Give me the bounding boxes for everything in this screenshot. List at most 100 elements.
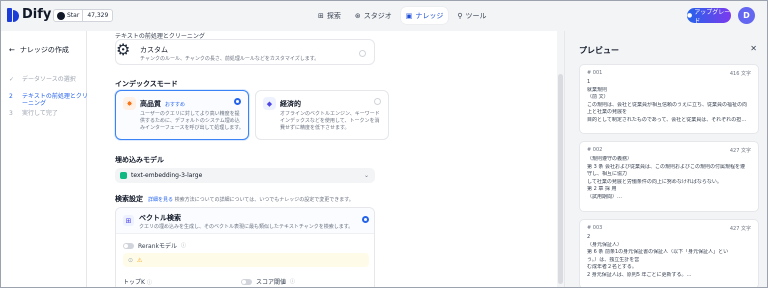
learn-more-link[interactable]: 詳細を見る <box>148 197 173 203</box>
nav-tools[interactable]: ⚲ ツール <box>452 7 491 24</box>
chunk-line: （試用期間）… <box>587 193 623 200</box>
custom-title: カスタム <box>140 46 168 54</box>
upgrade-icon: ● <box>687 12 693 19</box>
chunk-line: 1 <box>587 79 591 85</box>
chunk-chars: 416 文字 <box>729 71 751 77</box>
chunk-line: 上と社業の発展を <box>587 109 628 115</box>
info-icon: ⓘ <box>290 279 296 285</box>
rerank-toggle[interactable] <box>123 242 134 249</box>
chunk-line: む成年者２名とする。 <box>587 264 637 270</box>
piggy-bank-icon: ◆ <box>263 97 276 110</box>
chunk-line: 就業規則 <box>587 86 608 93</box>
economical-radio[interactable] <box>374 98 381 105</box>
step-datasource: ✓ データソースの選択 <box>9 76 92 83</box>
back-label: ナレッジの作成 <box>19 46 69 54</box>
embedding-model-select[interactable]: text-embedding-3-large ⌄ <box>115 168 375 183</box>
custom-radio[interactable] <box>359 50 366 57</box>
nav-tools-label: ツール <box>465 11 487 20</box>
model-placeholder-icon: ⊙ <box>128 256 134 264</box>
rerank-label: Rerankモデル <box>138 243 178 250</box>
chunk-line: 守し、相互に協力 <box>587 171 628 177</box>
search-settings-title: 検索設定 <box>115 195 143 203</box>
step-preprocess: 2 テキストの前処理とクリーニング <box>9 93 92 107</box>
scrollbar-thumb[interactable] <box>558 74 563 284</box>
back-button[interactable]: ← ナレッジの作成 <box>9 45 69 55</box>
main-nav: ⊞ 探索 ⊛ スタジオ ▣ ナレッジ ⚲ ツール <box>313 7 492 24</box>
vector-icon: ⊞ <box>123 215 134 226</box>
avatar[interactable]: D <box>738 7 755 24</box>
chunk-body: 1 就業規則 （前 文） この規則は、会社と従業員が相互信頼のうえに立ち、従業員… <box>587 79 751 124</box>
chunk-line: （身元保証人） <box>587 241 623 248</box>
close-icon[interactable]: ✕ <box>750 44 757 53</box>
step-sidebar: ← ナレッジの作成 ✓ データソースの選択 2 テキストの前処理とクリーニング … <box>1 31 88 287</box>
nav-explore-label: 探索 <box>326 11 341 20</box>
chunk-id: # 003 <box>587 225 603 231</box>
nav-knowledge[interactable]: ▣ ナレッジ <box>400 7 449 24</box>
chunk-line: 目的として制定されたものであって、会社と従業員は、それぞれの担当す… <box>587 116 751 123</box>
economical-title: 経済的 <box>280 100 301 108</box>
vector-search-option[interactable]: ⊞ ベクトル検索 クエリの埋め込みを生成し、そのベクトル表現に最も類似したテキス… <box>115 207 375 287</box>
upgrade-button[interactable]: ● アップグレード <box>687 8 731 25</box>
studio-icon: ⊛ <box>354 11 361 20</box>
nav-knowledge-label: ナレッジ <box>415 11 444 20</box>
score-threshold-label: スコア閾値 <box>256 279 287 286</box>
app-name[interactable]: Dify <box>22 7 51 22</box>
chunk-line: 2 <box>587 234 591 240</box>
arrow-left-icon: ← <box>9 46 15 54</box>
chunk-id: # 001 <box>587 70 603 76</box>
topk-control[interactable]: トップK ⓘ <box>123 277 152 286</box>
rerank-row: Rerankモデル ⓘ <box>123 241 186 250</box>
step-execute: 3 実行して完了 <box>9 110 92 117</box>
step-number: 3 <box>9 110 13 117</box>
info-icon: ⓘ <box>146 280 152 286</box>
chunk-chars: 427 文字 <box>729 226 751 232</box>
settings-panel: テキストの前処理とクリーニング ⚙ カスタム チャンクのルール、チャンクの長さ、… <box>87 31 557 287</box>
custom-desc: チャンクのルール、チャンクの長さ、前処理ルールなどをカスタマイズします。 <box>140 56 320 62</box>
search-settings-help: 詳細を見る 検索方法についての詳細については、いつでもナレッジの設定で変更できま… <box>148 196 354 203</box>
high-quality-desc: ユーザーのクエリに対してより高い精度を提供するために、デフォルトのシステム埋め込… <box>140 111 244 131</box>
vector-search-header: ⊞ ベクトル検索 クエリの埋め込みを生成し、そのベクトル表現に最も類似したテキス… <box>116 208 374 234</box>
embedding-model-value: text-embedding-3-large <box>131 172 203 179</box>
app-window: Dify Star 47,329 ⊞ 探索 ⊛ スタジオ ▣ ナレッジ ⚲ ツー… <box>0 0 768 288</box>
chunk-id: # 002 <box>587 147 603 153</box>
step-label: データソースの選択 <box>22 76 76 83</box>
knowledge-icon: ▣ <box>405 11 413 20</box>
chunk-line: 2 身元保証人は、原則5 年ごとに更新する。… <box>587 271 692 278</box>
step-label: テキストの前処理とクリーニング <box>22 93 88 107</box>
chunk-body: （規則遵守の義務） 第 3 条 会社および従業員は、この規則およびこの規則の付属… <box>587 156 751 201</box>
high-quality-option[interactable]: ✸ 高品質 おすすめ ユーザーのクエリに対してより高い精度を提供するために、デフ… <box>115 90 249 140</box>
chunk-line: 第 3 条 会社および従業員は、この規則およびこの規則の付属規程を遵 <box>587 163 745 170</box>
chunk-chars: 427 文字 <box>729 148 751 154</box>
preview-title: プレビュー <box>579 46 619 55</box>
tools-icon: ⚲ <box>457 11 463 20</box>
chunk-line: 第 2 章 採 用 <box>587 186 617 192</box>
chevron-down-icon: ⌄ <box>363 172 369 179</box>
star-icon: ✸ <box>123 97 136 110</box>
chunk-line: して社業の発展と労働条件の向上に努めなければならない。 <box>587 178 722 185</box>
rerank-model-select[interactable]: ⊙ ⚠ <box>123 253 369 267</box>
check-icon: ✓ <box>9 76 15 83</box>
step-label: 実行して完了 <box>22 110 58 117</box>
preview-panel: プレビュー ✕ # 001 416 文字 1 就業規則 （前 文） この規則は、会… <box>564 31 767 287</box>
index-mode-label: インデックスモード <box>115 80 178 88</box>
score-threshold-toggle[interactable] <box>241 278 252 285</box>
vector-search-title: ベクトル検索 <box>139 214 181 222</box>
github-star-button[interactable]: Star 47,329 <box>53 9 114 22</box>
high-quality-radio[interactable] <box>234 98 241 105</box>
warning-icon: ⚠ <box>137 256 143 264</box>
upgrade-label: アップグレード <box>694 8 731 25</box>
chunk-line: う。）は、独立生計を営 <box>587 256 640 263</box>
vector-search-desc: クエリの埋め込みを生成し、そのベクトル表現に最も類似したテキストチャンクを検索し… <box>139 224 354 230</box>
nav-studio[interactable]: ⊛ スタジオ <box>350 7 397 24</box>
topk-label: トップK <box>123 279 145 286</box>
vector-search-radio[interactable] <box>362 216 369 223</box>
embedding-model-label: 埋め込みモデル <box>115 156 164 164</box>
nav-studio-label: スタジオ <box>363 11 392 20</box>
chunk-body: 2 （身元保証人） 第 6 条 前条1の身元保証書の保証人（以下「身元保証人」と… <box>587 234 751 279</box>
preview-chunk: # 002 427 文字 （規則遵守の義務） 第 3 条 会社および従業員は、この… <box>579 141 759 212</box>
dify-logo-icon <box>7 8 19 22</box>
step-number: 2 <box>9 93 13 100</box>
economical-option[interactable]: ◆ 経済的 オフラインのベクトルエンジン、キーワードインデックスなどを使用して、… <box>255 90 389 140</box>
custom-segment-option[interactable]: ⚙ カスタム チャンクのルール、チャンクの長さ、前処理ルールなどをカスタマイズし… <box>115 39 375 65</box>
nav-explore[interactable]: ⊞ 探索 <box>313 7 346 24</box>
